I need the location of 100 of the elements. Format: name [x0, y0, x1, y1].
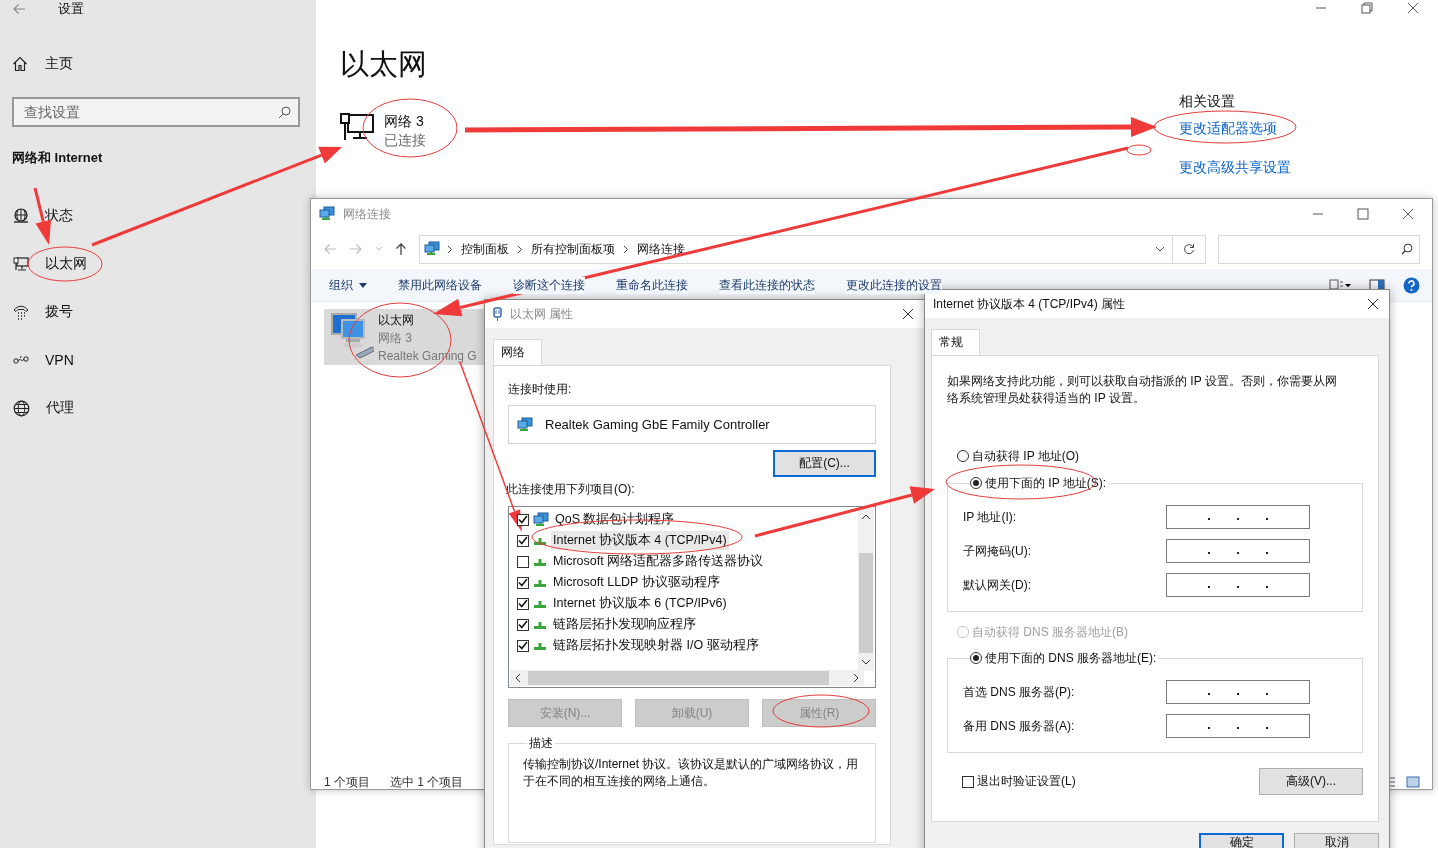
field-label: 首选 DNS 服务器(P):	[963, 683, 1075, 701]
vpn-icon	[13, 355, 29, 365]
ip-address-field[interactable]	[1166, 573, 1310, 597]
restore-icon[interactable]	[1361, 2, 1373, 14]
toolbar-command[interactable]: 查看此连接的状态	[719, 276, 815, 294]
toolbar-command[interactable]: 禁用此网络设备	[398, 276, 482, 294]
checkbox-label: 退出时验证设置(L)	[977, 773, 1076, 790]
ip-address-field[interactable]	[1166, 680, 1310, 704]
settings-link[interactable]: 更改适配器选项	[1179, 119, 1277, 138]
protocol-icon	[533, 577, 547, 588]
network-name: 网络 3	[384, 112, 425, 131]
nav-item[interactable]: 拨号	[45, 303, 73, 321]
adapter-plug-icon	[493, 307, 502, 321]
component-item[interactable]: Microsoft 网络适配器多路传送器协议	[551, 552, 766, 571]
field-label: 此连接使用下列项目(O):	[505, 481, 636, 498]
component-item[interactable]: Internet 协议版本 4 (TCP/IPv4)	[551, 531, 729, 550]
component-item[interactable]: Internet 协议版本 6 (TCP/IPv6)	[551, 594, 729, 613]
scrollbar[interactable]	[510, 670, 864, 686]
phone-icon	[13, 304, 29, 320]
connection-name: 以太网	[378, 312, 415, 329]
nav-item[interactable]: 状态	[45, 207, 73, 225]
description-text: 传输控制协议/Internet 协议。该协议是默认的广域网络协议，用于在不同的相互连接的网络上通信。	[523, 756, 860, 790]
field-label: 备用 DNS 服务器(A):	[963, 717, 1075, 735]
radio-label: 使用下面的 DNS 服务器地址(E):	[985, 649, 1157, 667]
refresh-icon[interactable]	[1183, 243, 1195, 255]
radio-label: 自动获得 DNS 服务器地址(B)	[972, 623, 1128, 641]
network-adapter-icon	[328, 311, 374, 359]
dropdown-icon[interactable]	[1155, 246, 1165, 252]
maximize-icon[interactable]	[1357, 208, 1369, 220]
settings-link[interactable]: 更改高级共享设置	[1179, 158, 1291, 177]
checkbox[interactable]	[517, 555, 529, 568]
close-icon[interactable]	[902, 308, 914, 320]
ip-address-field[interactable]	[1166, 505, 1310, 529]
field-label: 子网掩码(U):	[963, 542, 1031, 560]
back-arrow-icon[interactable]	[12, 3, 26, 15]
home-link[interactable]: 主页	[45, 55, 73, 73]
ethernet-icon	[340, 112, 374, 142]
nav-item[interactable]: 代理	[46, 399, 74, 417]
window-title: 设置	[58, 0, 84, 18]
dialog-button[interactable]: 取消	[1294, 833, 1379, 848]
view-options-icon[interactable]	[1329, 279, 1351, 291]
page-title: 以太网	[340, 47, 428, 82]
component-item[interactable]: 链路层拓扑发现响应程序	[551, 615, 698, 634]
toolbar-command[interactable]: 诊断这个连接	[513, 276, 585, 294]
checkbox[interactable]	[517, 618, 529, 631]
checkbox[interactable]	[517, 576, 529, 589]
checkbox[interactable]	[517, 534, 529, 547]
group-label: 描述	[528, 735, 554, 752]
network-adapter-icon	[517, 416, 533, 433]
up-arrow-icon[interactable]	[395, 242, 407, 256]
dialog-title: 以太网 属性	[510, 305, 575, 323]
dialog-title: Internet 协议版本 4 (TCP/IPv4) 属性	[933, 295, 1127, 313]
protocol-icon	[533, 535, 547, 546]
component-item[interactable]: Microsoft LLDP 协议驱动程序	[551, 573, 722, 592]
protocol-icon	[533, 598, 547, 609]
protocol-icon	[533, 556, 547, 567]
radio-button[interactable]	[957, 450, 969, 462]
checkbox[interactable]	[517, 597, 529, 610]
related-heading: 相关设置	[1179, 93, 1236, 111]
checkbox[interactable]	[962, 775, 974, 788]
close-icon[interactable]	[1402, 208, 1414, 220]
ip-address-field[interactable]	[1166, 539, 1310, 563]
advanced-button[interactable]: 高级(V)...	[1259, 768, 1363, 795]
radio-label: 自动获得 IP 地址(O)	[972, 447, 1080, 465]
chevron-icon	[447, 244, 453, 254]
checkbox[interactable]	[517, 513, 529, 526]
chevron-icon	[623, 244, 629, 254]
tab[interactable]: 网络	[493, 339, 542, 365]
radio-button[interactable]	[970, 477, 982, 489]
nav-item[interactable]: VPN	[45, 352, 74, 368]
configure-button[interactable]: 配置(C)...	[773, 450, 876, 477]
intro-text: 如果网络支持此功能，则可以获取自动指派的 IP 设置。否则，你需要从网络系统管理员处获得适当的 IP 设置。	[947, 373, 1338, 407]
window-title: 网络连接	[343, 205, 392, 223]
radio-label: 使用下面的 IP 地址(S):	[985, 474, 1107, 492]
protocol-icon	[533, 619, 547, 630]
search-field[interactable]: 查找设置	[12, 97, 300, 127]
search-icon	[1401, 243, 1413, 255]
ip-address-field[interactable]	[1166, 714, 1310, 738]
toolbar-command[interactable]: 更改此连接的设置	[846, 276, 942, 294]
scrollbar[interactable]	[858, 508, 874, 671]
checkbox[interactable]	[517, 639, 529, 652]
radio-button[interactable]	[970, 652, 982, 664]
dialog-button[interactable]: 确定	[1199, 833, 1284, 848]
close-icon[interactable]	[1407, 2, 1419, 14]
help-icon[interactable]	[1403, 276, 1420, 294]
adapter-field: Realtek Gaming GbE Family Controller	[508, 405, 876, 444]
close-icon[interactable]	[1367, 298, 1379, 310]
section-heading: 网络和 Internet	[12, 149, 104, 167]
globe-monitor-icon	[13, 208, 29, 224]
toolbar-command[interactable]: 重命名此连接	[616, 276, 688, 294]
component-item[interactable]: 链路层拓扑发现映射器 I/O 驱动程序	[551, 636, 761, 655]
nav-item[interactable]: 以太网	[45, 255, 87, 273]
breadcrumb-item[interactable]: 控制面板	[461, 240, 509, 258]
connection-status: 已连接	[384, 131, 426, 150]
breadcrumb-item[interactable]: 所有控制面板项	[531, 240, 615, 258]
service-icon	[533, 511, 549, 528]
field-label: 连接时使用:	[508, 381, 573, 398]
chevron-icon	[517, 244, 523, 254]
tab[interactable]: 常规	[931, 329, 980, 355]
status-text: 选中 1 个项目	[390, 773, 464, 791]
